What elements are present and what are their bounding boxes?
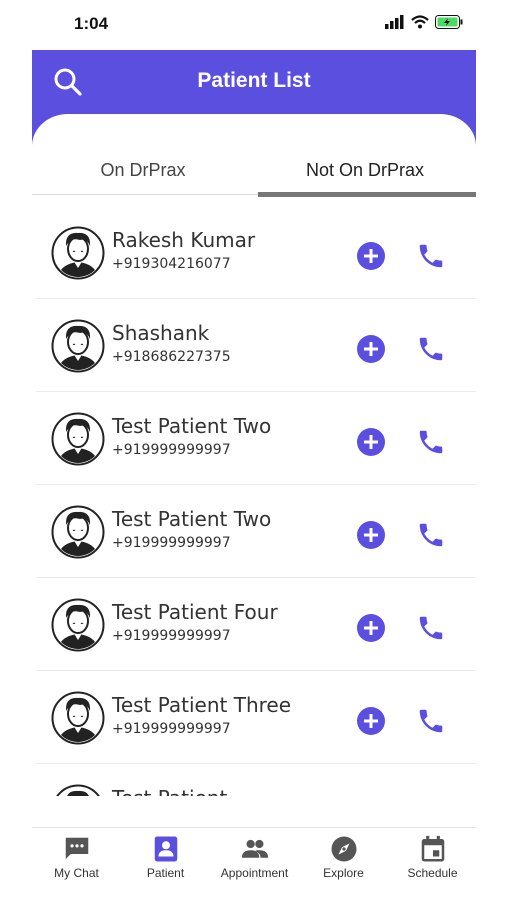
status-time: 1:04	[74, 14, 109, 33]
tab-on-drprax[interactable]: On DrPrax	[32, 150, 254, 198]
add-patient-button[interactable]	[356, 241, 386, 271]
patient-phone: +918686227375	[112, 349, 231, 365]
add-patient-button[interactable]	[356, 520, 386, 550]
nav-schedule[interactable]: Schedule	[388, 828, 477, 901]
patient-tabs: On DrPrax Not On DrPrax	[32, 150, 476, 198]
app-header: Patient List	[32, 50, 476, 154]
patient-phone: +919999999997	[112, 442, 231, 458]
patient-row[interactable]: Rakesh Kumar +919304216077	[36, 206, 476, 299]
signal-icon	[385, 15, 404, 29]
tab-not-on-drprax[interactable]: Not On DrPrax	[254, 150, 476, 198]
patient-row[interactable]: Test Patient Two +919999999997	[36, 485, 476, 578]
call-button[interactable]	[416, 613, 446, 643]
nav-my-chat[interactable]: My Chat	[32, 828, 121, 901]
call-button[interactable]	[416, 520, 446, 550]
avatar-icon	[51, 412, 105, 466]
patient-name: Test Patient Two	[112, 507, 272, 531]
tab-active-indicator	[258, 192, 476, 197]
status-icons	[385, 15, 463, 29]
patient-name: Test Patient Four	[112, 600, 278, 624]
patient-row[interactable]: Test Patient	[36, 764, 476, 796]
people-icon	[241, 839, 269, 858]
patient-row[interactable]: Test Patient Two +919999999997	[36, 392, 476, 485]
call-button[interactable]	[416, 706, 446, 736]
header-curve	[32, 114, 476, 154]
call-button[interactable]	[416, 427, 446, 457]
patient-row[interactable]: Shashank +918686227375	[36, 299, 476, 392]
nav-patient[interactable]: Patient	[121, 828, 210, 901]
patient-phone: +919999999997	[112, 721, 231, 737]
patient-name: Shashank	[112, 321, 210, 345]
call-button[interactable]	[416, 241, 446, 271]
add-patient-button[interactable]	[356, 706, 386, 736]
bottom-nav: My Chat Patient Appointment Explore Sche…	[32, 827, 476, 901]
status-bar: 1:04	[0, 0, 507, 50]
avatar-icon	[51, 505, 105, 559]
patient-phone: +919999999997	[112, 535, 231, 551]
page-title: Patient List	[197, 69, 311, 92]
add-patient-button[interactable]	[356, 427, 386, 457]
add-patient-button[interactable]	[356, 613, 386, 643]
patient-name: Test Patient Three	[112, 693, 292, 717]
patient-row[interactable]: Test Patient Four +919999999997	[36, 578, 476, 671]
wifi-icon	[411, 15, 429, 29]
patient-phone: +919304216077	[112, 256, 231, 272]
avatar-icon	[56, 784, 100, 796]
patient-row[interactable]: Test Patient Three +919999999997	[36, 671, 476, 764]
patient-phone: +919999999997	[112, 628, 231, 644]
nav-explore[interactable]: Explore	[299, 828, 388, 901]
call-button[interactable]	[416, 334, 446, 364]
patient-list[interactable]: Rakesh Kumar +919304216077 Shashank +918…	[36, 206, 476, 796]
compass-icon	[331, 836, 357, 862]
patient-name: Test Patient	[112, 786, 227, 796]
avatar-icon	[51, 598, 105, 652]
patient-icon	[154, 836, 178, 862]
avatar-icon	[51, 226, 105, 280]
add-patient-button[interactable]	[356, 334, 386, 364]
chat-icon	[65, 837, 89, 859]
nav-label: Schedule	[407, 866, 458, 880]
battery-icon	[435, 15, 463, 29]
patient-name: Rakesh Kumar	[112, 228, 256, 252]
calendar-icon	[421, 835, 445, 862]
avatar-icon	[51, 319, 105, 373]
avatar-icon	[51, 691, 105, 745]
patient-name: Test Patient Two	[112, 414, 272, 438]
nav-appointment[interactable]: Appointment	[210, 828, 299, 901]
